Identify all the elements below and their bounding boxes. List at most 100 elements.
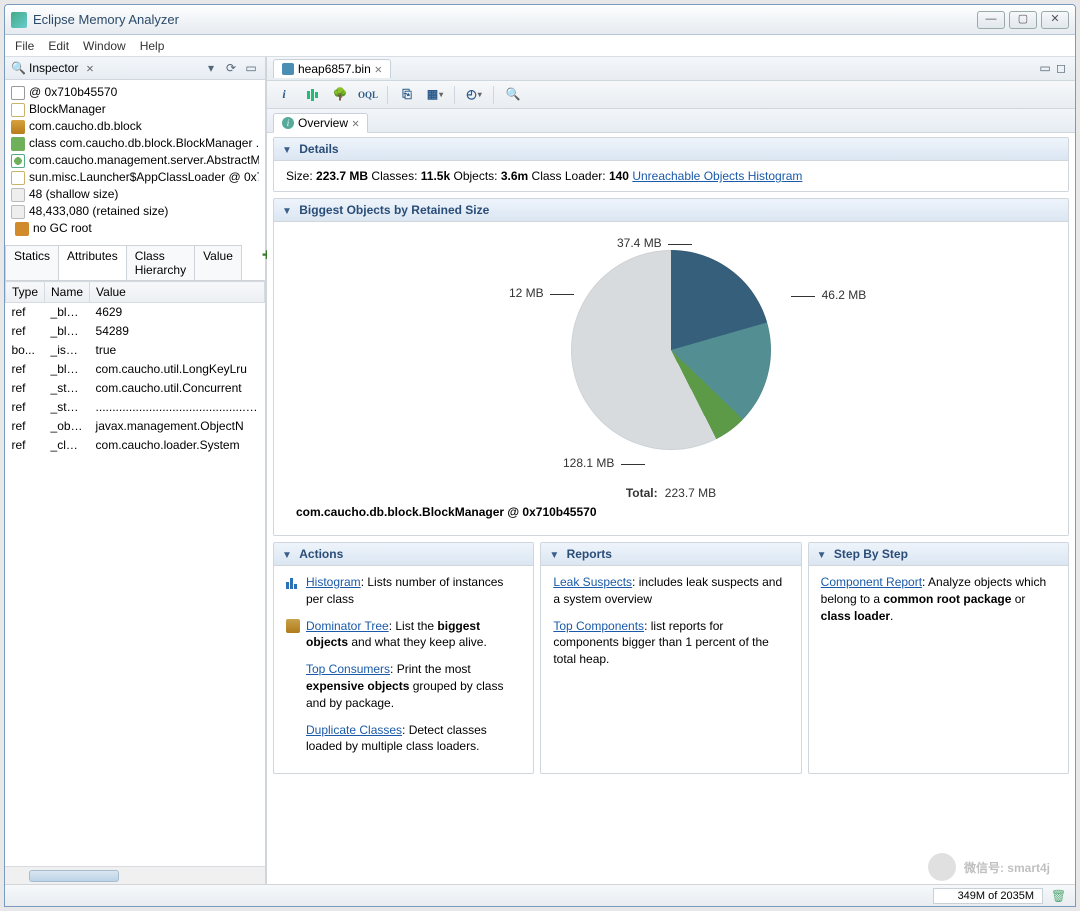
table-row[interactable]: ref_blockCa...com.caucho.util.LongKeyLru [6, 360, 265, 379]
attributes-table[interactable]: Type Name Value ref_blockRe...4629ref_bl… [5, 281, 265, 455]
view-menu-icon[interactable]: ▾ [203, 60, 219, 76]
memory-status[interactable]: 349M of 2035M [933, 888, 1043, 904]
tree-row[interactable]: com.caucho.management.server.AbstractM..… [11, 152, 259, 169]
col-name[interactable]: Name [45, 282, 90, 303]
search-button[interactable]: 🔍 [504, 86, 522, 104]
col-value[interactable]: Value [90, 282, 265, 303]
tree-row[interactable]: class com.caucho.db.block.BlockManager .… [11, 135, 259, 152]
tab-value[interactable]: Value [194, 245, 242, 280]
details-header[interactable]: ▼ Details [274, 138, 1068, 161]
minimize-view-icon[interactable]: ▭ [243, 60, 259, 76]
table-row[interactable]: ref_classLoa...com.caucho.loader.System [6, 436, 265, 455]
menu-file[interactable]: File [15, 39, 34, 53]
inspector-close-icon[interactable]: ✕ [86, 61, 93, 75]
pie-chart[interactable]: 46.2 MB 37.4 MB 12 MB 128.1 MB [461, 240, 881, 480]
tree-row[interactable]: BlockManager [11, 101, 259, 118]
close-button[interactable]: ✕ [1041, 11, 1069, 29]
tab-statics[interactable]: Statics [5, 245, 59, 280]
editor-minimize-icon[interactable]: ▭ [1037, 61, 1053, 77]
classloader-count: 140 [609, 169, 629, 183]
threads-button[interactable]: ⎘ [398, 86, 416, 104]
collapse-icon: ▼ [282, 145, 292, 156]
tree-row[interactable]: 48,433,080 (retained size) [11, 203, 259, 220]
tree-label: no GC root [33, 220, 92, 237]
details-title: Details [299, 142, 338, 156]
scrollbar-thumb[interactable] [29, 870, 119, 882]
titlebar[interactable]: Eclipse Memory Analyzer — ▢ ✕ [5, 5, 1075, 35]
actions-header[interactable]: ▼ Actions [274, 543, 533, 566]
table-row[interactable]: ref_storeMa.............................… [6, 398, 265, 417]
report-link[interactable]: Top Components [553, 619, 644, 633]
file-tab[interactable]: heap6857.bin ✕ [273, 59, 391, 78]
inspector-subtabs: Statics Attributes Class Hierarchy Value… [5, 245, 265, 281]
menubar: File Edit Window Help [5, 35, 1075, 57]
collapse-icon: ▼ [817, 550, 827, 561]
pie-total: Total: 223.7 MB [286, 486, 1056, 501]
editor-maximize-icon[interactable]: ◻ [1053, 61, 1069, 77]
inspector-hscrollbar[interactable] [5, 866, 265, 884]
component-report-link[interactable]: Component Report [821, 575, 922, 589]
reports-header[interactable]: ▼ Reports [541, 543, 800, 566]
action-link[interactable]: Dominator Tree [306, 619, 389, 633]
action-link[interactable]: Histogram [306, 575, 361, 589]
menu-window[interactable]: Window [83, 39, 126, 53]
tree-row[interactable]: @ 0x710b45570 [11, 84, 259, 101]
sync-icon[interactable]: ⟳ [223, 60, 239, 76]
tab-attributes[interactable]: Attributes [58, 245, 127, 280]
details-body: Size: 223.7 MB Classes: 11.5k Objects: 3… [274, 161, 1068, 191]
collapse-icon: ▼ [282, 206, 292, 217]
step-body: Component Report: Analyze objects which … [809, 566, 1068, 632]
menu-edit[interactable]: Edit [48, 39, 69, 53]
tree-label: sun.misc.Launcher$AppClassLoader @ 0x71.… [29, 169, 259, 186]
report-link[interactable]: Leak Suspects [553, 575, 632, 589]
workspace: 🔍 Inspector ✕ ▾ ⟳ ▭ @ 0x710b45570BlockMa… [5, 57, 1075, 884]
table-row[interactable]: ref_blockWri...54289 [6, 322, 265, 341]
action-link[interactable]: Top Consumers [306, 662, 390, 676]
action-icon [286, 723, 300, 737]
histogram-button[interactable] [303, 86, 321, 104]
inspector-tree[interactable]: @ 0x710b45570BlockManagercom.caucho.db.b… [5, 80, 265, 241]
tree-row[interactable]: 48 (shallow size) [11, 186, 259, 203]
step-header[interactable]: ▼ Step By Step [809, 543, 1068, 566]
collapse-icon: ▼ [282, 550, 292, 561]
tree-icon [11, 137, 25, 151]
tree-row[interactable]: sun.misc.Launcher$AppClassLoader @ 0x71.… [11, 169, 259, 186]
tree-row[interactable]: no GC root [11, 220, 259, 237]
query-button[interactable]: ◴▾ [465, 86, 483, 104]
table-row[interactable]: bo..._isEnable...true [6, 341, 265, 360]
table-row[interactable]: ref_storeListcom.caucho.util.Concurrent [6, 379, 265, 398]
table-row[interactable]: ref_objectN...javax.management.ObjectN [6, 417, 265, 436]
col-type[interactable]: Type [6, 282, 45, 303]
oql-button[interactable]: OQL [359, 86, 377, 104]
action-item: Duplicate Classes: Detect classes loaded… [286, 722, 521, 756]
tree-row[interactable]: com.caucho.db.block [11, 118, 259, 135]
file-tab-close-icon[interactable]: ✕ [375, 62, 382, 76]
biggest-title: Biggest Objects by Retained Size [299, 203, 489, 217]
gc-icon[interactable]: 🗑 [1051, 889, 1065, 903]
reports-title: Reports [567, 547, 612, 561]
run-report-button[interactable]: ▦▾ [426, 86, 444, 104]
info-button[interactable]: i [275, 86, 293, 104]
dominator-button[interactable]: 🌳 [331, 86, 349, 104]
minimize-button[interactable]: — [977, 11, 1005, 29]
pie-label-2: 12 MB [509, 286, 574, 301]
action-item: Dominator Tree: List the biggest objects… [286, 618, 521, 652]
biggest-header[interactable]: ▼ Biggest Objects by Retained Size [274, 199, 1068, 222]
unreachable-link[interactable]: Unreachable Objects Histogram [632, 169, 802, 183]
tree-icon [11, 120, 25, 134]
action-link[interactable]: Duplicate Classes [306, 723, 402, 737]
inspector-tab-label[interactable]: Inspector [29, 61, 78, 75]
tree-icon [11, 188, 25, 202]
menu-help[interactable]: Help [140, 39, 165, 53]
object-count: 3.6m [501, 169, 528, 183]
maximize-button[interactable]: ▢ [1009, 11, 1037, 29]
tab-classhierarchy[interactable]: Class Hierarchy [126, 245, 195, 280]
heap-size: 223.7 MB [316, 169, 368, 183]
overview-content: ▼ Details Size: 223.7 MB Classes: 11.5k … [267, 133, 1075, 884]
tree-label: 48,433,080 (retained size) [29, 203, 168, 220]
overview-close-icon[interactable]: ✕ [352, 116, 359, 130]
report-item: Top Components: list reports for compone… [553, 618, 788, 668]
actions-title: Actions [299, 547, 343, 561]
overview-tab[interactable]: i Overview ✕ [273, 113, 368, 133]
table-row[interactable]: ref_blockRe...4629 [6, 303, 265, 322]
